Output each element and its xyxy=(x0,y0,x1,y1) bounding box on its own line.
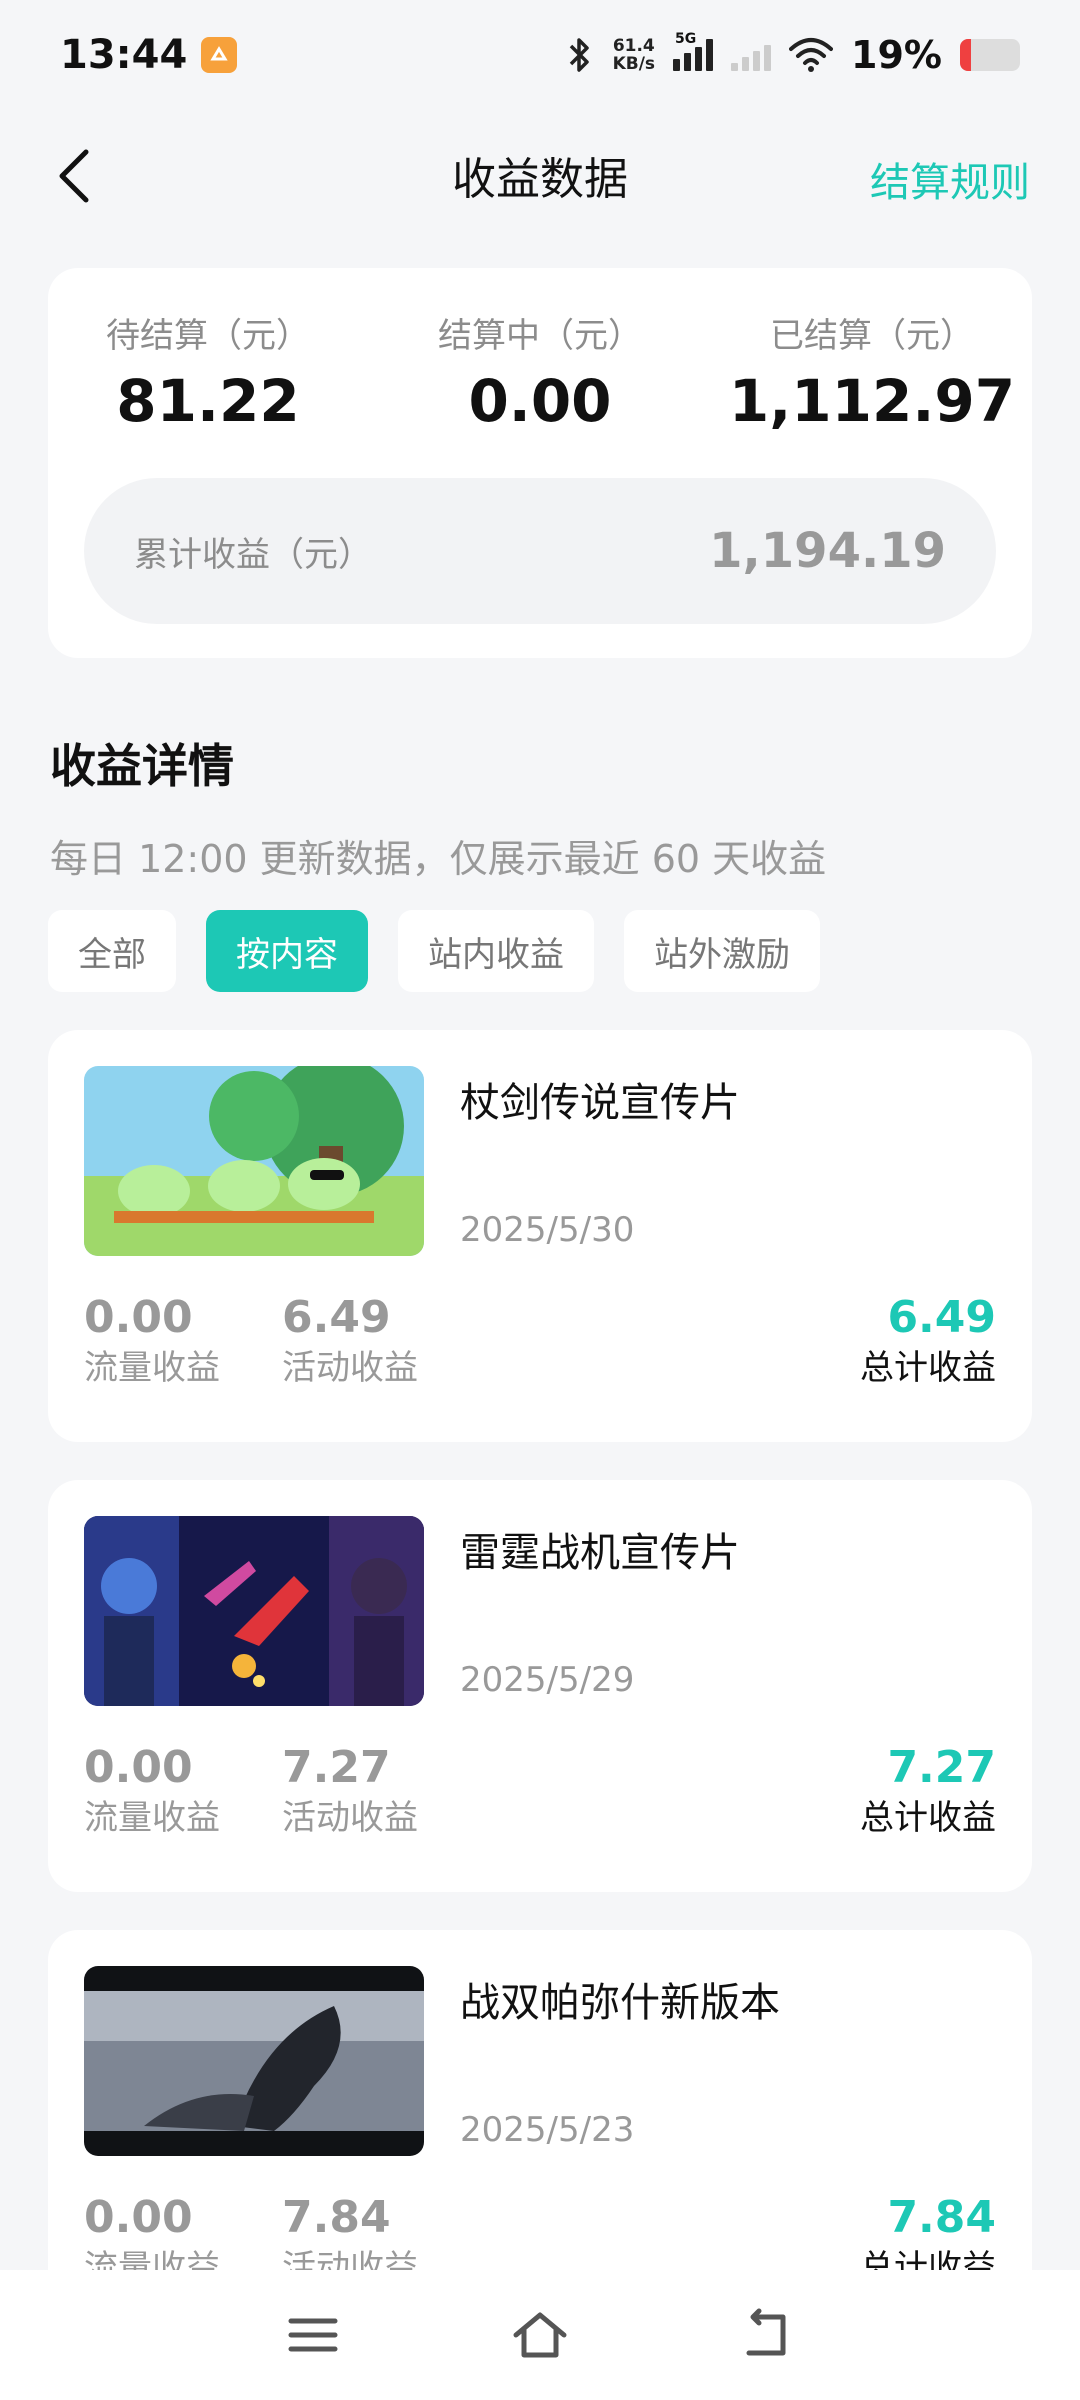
home-icon[interactable] xyxy=(510,2305,570,2365)
net-speed: 61.4 KB/s xyxy=(612,36,656,74)
total-earnings-value: 1,194.19 xyxy=(709,523,946,579)
battery-icon xyxy=(960,39,1020,71)
wifi-icon xyxy=(789,38,834,72)
signal-bars-secondary-icon xyxy=(731,39,772,71)
bluetooth-icon xyxy=(569,38,589,72)
filter-tab-all[interactable]: 全部 xyxy=(48,910,176,992)
filter-tab-by-content[interactable]: 按内容 xyxy=(206,910,368,992)
total-earnings-label: 累计收益（元） xyxy=(134,534,372,575)
settling-stat: 结算中（元） 0.00 xyxy=(380,308,700,435)
total-earnings-box: 累计收益（元） 1,194.19 xyxy=(84,478,996,624)
traffic-earnings: 0.00 流量收益 xyxy=(84,1742,220,1838)
pending-value: 81.22 xyxy=(116,367,300,435)
item-title: 杖剑传说宣传片 xyxy=(460,1080,740,1126)
signal-5g: 5G xyxy=(673,31,714,71)
status-time: 13:44 xyxy=(60,32,188,78)
details-subtitle: 每日 12:00 更新数据，仅展示最近 60 天收益 xyxy=(50,837,827,881)
filter-tab-offsite[interactable]: 站外激励 xyxy=(624,910,820,992)
item-date: 2025/5/23 xyxy=(460,2110,635,2150)
nav-bar: 收益数据 结算规则 xyxy=(0,130,1080,220)
total-item-earnings: 6.49 总计收益 xyxy=(860,1292,996,1388)
item-title: 战双帕弥什新版本 xyxy=(460,1980,780,2026)
battery-percent: 19% xyxy=(851,33,942,77)
filter-tab-onsite[interactable]: 站内收益 xyxy=(398,910,594,992)
pending-label: 待结算（元） xyxy=(106,316,310,356)
video-thumbnail xyxy=(84,1516,424,1706)
activity-earnings: 6.49 活动收益 xyxy=(282,1292,418,1388)
filter-tabs: 全部 按内容 站内收益 站外激励 xyxy=(48,910,820,992)
settled-stat: 已结算（元） 1,112.97 xyxy=(712,308,1032,435)
item-date: 2025/5/30 xyxy=(460,1210,635,1250)
video-thumbnail xyxy=(84,1066,424,1256)
earnings-item[interactable]: 雷霆战机宣传片 2025/5/29 0.00 流量收益 7.27 活动收益 7.… xyxy=(48,1480,1032,1892)
return-icon[interactable] xyxy=(737,2305,797,2365)
activity-earnings: 7.27 活动收益 xyxy=(282,1742,418,1838)
item-title: 雷霆战机宣传片 xyxy=(460,1530,740,1576)
video-thumbnail xyxy=(84,1966,424,2156)
item-date: 2025/5/29 xyxy=(460,1660,635,1700)
settling-label: 结算中（元） xyxy=(438,316,642,356)
app-notification-icon xyxy=(201,37,238,73)
details-title: 收益详情 xyxy=(50,739,234,793)
total-item-earnings: 7.27 总计收益 xyxy=(860,1742,996,1838)
menu-icon[interactable] xyxy=(283,2305,343,2365)
earnings-item[interactable]: 杖剑传说宣传片 2025/5/30 0.00 流量收益 6.49 活动收益 6.… xyxy=(48,1030,1032,1442)
status-bar: 13:44 61.4 KB/s 5G 19% xyxy=(0,0,1080,110)
settling-value: 0.00 xyxy=(468,367,612,435)
system-nav-bar xyxy=(0,2270,1080,2400)
settlement-rules-link[interactable]: 结算规则 xyxy=(870,150,1030,208)
back-icon[interactable] xyxy=(48,146,108,206)
settled-value: 1,112.97 xyxy=(728,367,1016,435)
traffic-earnings: 0.00 流量收益 xyxy=(84,1292,220,1388)
summary-card: 待结算（元） 81.22 结算中（元） 0.00 已结算（元） 1,112.97… xyxy=(48,268,1032,658)
settled-label: 已结算（元） xyxy=(770,316,974,356)
pending-stat: 待结算（元） 81.22 xyxy=(48,308,368,435)
